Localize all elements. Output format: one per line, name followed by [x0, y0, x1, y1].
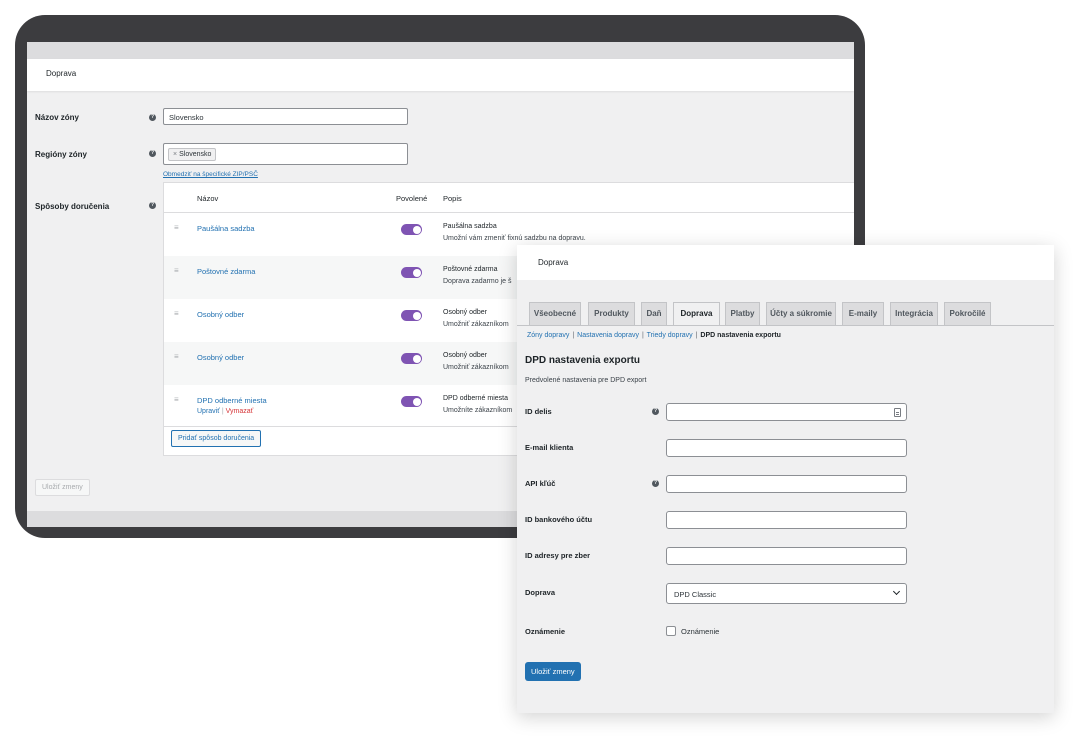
notification-checkbox-label[interactable]: Oznámenie — [681, 627, 719, 636]
method-name-link[interactable]: Poštovné zdarma — [197, 267, 255, 276]
row-actions-separator: | — [221, 408, 224, 415]
method-description: Umožniť zákazníkom — [443, 364, 509, 371]
method-description-title: DPD odberné miesta — [443, 395, 508, 402]
enabled-toggle[interactable] — [401, 353, 422, 364]
region-tag-label: Slovensko — [179, 151, 212, 158]
save-changes-button-disabled: Uložiť zmeny — [35, 479, 90, 496]
tab-tax[interactable]: Daň — [641, 302, 667, 325]
tab-accounts-privacy[interactable]: Účty a súkromie — [766, 302, 836, 325]
section-description: Predvolené nastavenia pre DPD export — [525, 377, 647, 384]
method-description: Doprava zadarmo je š — [443, 278, 512, 285]
column-header-enabled: Povolené — [396, 194, 428, 203]
pickup-address-id-label: ID adresy pre zber — [525, 551, 591, 560]
browser-top-strip — [27, 42, 854, 59]
settings-tabs: Všeobecné Produkty Daň Doprava Platby Úč… — [529, 302, 1054, 326]
dpd-settings-card: Doprava Všeobecné Produkty Daň Doprava P… — [517, 245, 1054, 713]
column-header-name: Názov — [197, 194, 219, 203]
subnav-shipping-zones[interactable]: Zóny dopravy — [527, 332, 569, 339]
method-description: Umožniť zákazníkom — [443, 321, 509, 328]
client-email-label: E-mail klienta — [525, 443, 574, 452]
admin-header-bar: Doprava — [27, 59, 854, 91]
shipping-select-value: DPD Classic — [674, 590, 717, 599]
edit-link[interactable]: Upraviť — [197, 408, 220, 415]
drag-handle-icon[interactable]: ≡ — [174, 395, 179, 404]
tab-products[interactable]: Produkty — [588, 302, 635, 325]
notification-label: Oznámenie — [525, 627, 566, 636]
drag-handle-icon[interactable]: ≡ — [174, 223, 179, 232]
enabled-toggle[interactable] — [401, 310, 422, 321]
shipping-select-label: Doprava — [525, 588, 556, 597]
save-changes-button[interactable]: Uložiť zmeny — [525, 662, 581, 681]
method-description: Umožníte zákazníkom — [443, 407, 513, 414]
method-description-title: Osobný odber — [443, 352, 487, 359]
method-description: Umožní vám zmeniť fixnú sadzbu na doprav… — [443, 235, 586, 242]
api-key-input[interactable] — [666, 475, 907, 493]
limit-zip-link[interactable]: Obmedziť na špecifické ZIP/PSČ — [163, 171, 258, 178]
help-icon[interactable]: ? — [149, 114, 156, 121]
method-description-title: Osobný odber — [443, 309, 487, 316]
client-email-input[interactable] — [666, 439, 907, 457]
page-title: Doprava — [46, 69, 77, 78]
help-icon[interactable]: ? — [652, 408, 659, 415]
drag-handle-icon[interactable]: ≡ — [174, 309, 179, 318]
shipping-subnav: Zóny dopravy | Nastavenia dopravy | Trie… — [527, 332, 781, 339]
subnav-shipping-options[interactable]: Nastavenia dopravy — [577, 332, 639, 339]
shipping-select[interactable]: DPD Classic — [666, 583, 907, 604]
drag-handle-icon[interactable]: ≡ — [174, 352, 179, 361]
enabled-toggle[interactable] — [401, 224, 422, 235]
zone-regions-label: Regióny zóny — [35, 150, 88, 159]
tab-emails[interactable]: E-maily — [842, 302, 884, 325]
zone-name-input[interactable]: Slovensko — [163, 108, 408, 125]
zone-regions-select[interactable]: × Slovensko — [163, 143, 408, 165]
shipping-methods-label: Spôsoby doručenia — [35, 202, 110, 211]
tab-payments[interactable]: Platby — [725, 302, 760, 325]
method-name-link[interactable]: Osobný odber — [197, 353, 244, 362]
chevron-down-icon — [892, 587, 901, 596]
pickup-address-id-input[interactable] — [666, 547, 907, 565]
section-title: DPD nastavenia exportu — [525, 355, 641, 366]
method-name-link[interactable]: DPD odberné miesta — [197, 396, 267, 405]
api-key-label: API kľúč — [525, 479, 556, 488]
zone-name-label: Názov zóny — [35, 113, 80, 122]
subnav-separator: | — [695, 332, 698, 339]
tab-shipping[interactable]: Doprava — [673, 302, 720, 326]
bank-account-id-input[interactable] — [666, 511, 907, 529]
enabled-toggle[interactable] — [401, 267, 422, 278]
help-icon[interactable]: ? — [149, 202, 156, 209]
help-icon[interactable]: ? — [652, 480, 659, 487]
subnav-separator: | — [641, 332, 644, 339]
tabs-baseline — [517, 325, 1054, 326]
remove-tag-icon[interactable]: × — [173, 151, 177, 158]
tab-integration[interactable]: Integrácia — [890, 302, 938, 325]
delis-id-label: ID delis — [525, 407, 552, 416]
notification-checkbox[interactable] — [666, 626, 676, 636]
subnav-dpd-export-current: DPD nastavenia exportu — [700, 332, 781, 339]
subnav-shipping-classes[interactable]: Triedy dopravy — [647, 332, 693, 339]
row-actions: Upraviť | Vymazať — [197, 408, 253, 415]
subnav-separator: | — [572, 332, 575, 339]
column-header-description: Popis — [443, 194, 462, 203]
tab-advanced[interactable]: Pokročilé — [944, 302, 991, 325]
enabled-toggle[interactable] — [401, 396, 422, 407]
add-shipping-method-button[interactable]: Pridať spôsob doručenia — [171, 430, 262, 447]
method-description-title: Paušálna sadzba — [443, 223, 497, 230]
method-description-title: Poštovné zdarma — [443, 266, 498, 273]
drag-handle-icon[interactable]: ≡ — [174, 266, 179, 275]
help-icon[interactable]: ? — [149, 150, 156, 157]
bank-account-id-label: ID bankového účtu — [525, 515, 593, 524]
delis-id-input[interactable] — [666, 403, 907, 421]
tab-general[interactable]: Všeobecné — [529, 302, 581, 325]
method-name-link[interactable]: Paušálna sadzba — [197, 224, 255, 233]
stage: Doprava Názov zóny ? Slovensko Regióny z… — [0, 0, 1080, 738]
page-title: Doprava — [538, 258, 569, 267]
region-tag[interactable]: × Slovensko — [168, 148, 217, 161]
method-name-link[interactable]: Osobný odber — [197, 310, 244, 319]
admin-header-bar: Doprava — [517, 245, 1054, 280]
password-manager-icon[interactable] — [894, 408, 901, 417]
delete-link[interactable]: Vymazať — [226, 408, 254, 415]
